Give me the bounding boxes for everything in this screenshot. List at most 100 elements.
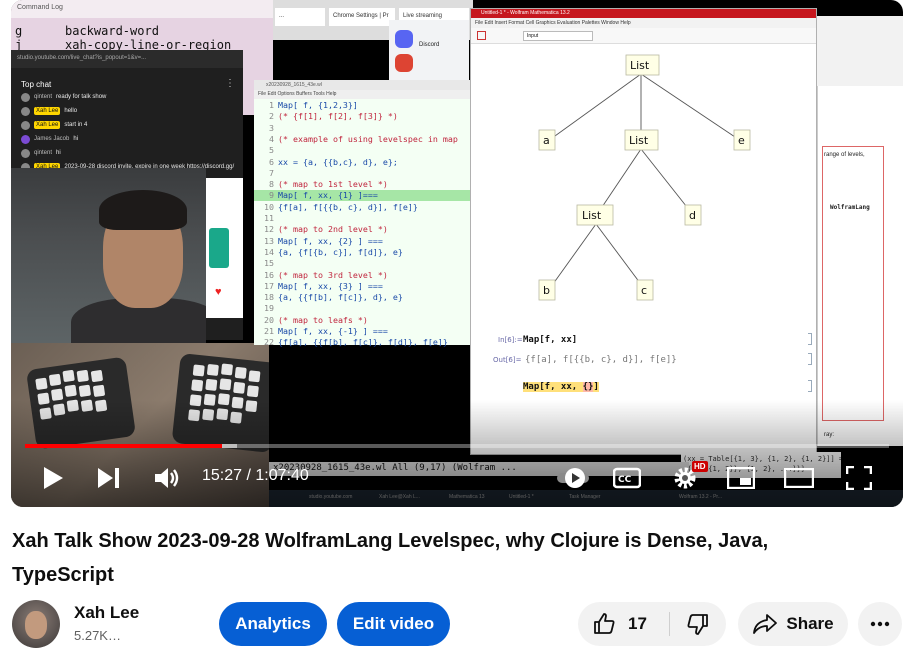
mathematica-title: Untitled-1 * - Wolfram Mathematica 13.2 [471, 9, 816, 18]
chat-url-bar: studio.youtube.com/live_chat?is_popout=1… [11, 50, 243, 68]
analytics-button[interactable]: Analytics [219, 602, 327, 646]
more-actions-button[interactable] [858, 602, 902, 646]
line-number: 11 [264, 213, 274, 223]
code-line: 6 xx = {a, {{b,c}, d}, e}; [254, 157, 474, 168]
line-number: 19 [264, 303, 274, 314]
play-button[interactable] [35, 460, 71, 496]
input-cell: Map[f, xx] [523, 335, 578, 345]
code-line: 10 {f[a], f[{{b, c}, d}], f[e]} [254, 202, 474, 213]
documentation-window: range of levels, WolframLang ray: [817, 86, 903, 446]
current-input-prefix: Map[f, xx, [523, 382, 583, 392]
fullscreen-icon [846, 466, 872, 490]
code-line: 2 (* {f[1], f[2], f[3]} *) [254, 111, 474, 122]
dislike-button[interactable] [670, 602, 726, 646]
chat-text: ready for talk show [56, 94, 107, 100]
line-number: 22 [264, 337, 274, 348]
chat-message: qintent hi [21, 146, 61, 160]
chat-menu-icon[interactable]: ⋮ [225, 78, 235, 89]
next-button[interactable] [91, 460, 127, 496]
thumbs-up-icon [594, 613, 615, 634]
browser-tab: Chrome Settings | Pr [329, 8, 395, 26]
taskbar-item: Untitled-1 * [509, 494, 534, 500]
svg-text:a: a [543, 134, 550, 147]
svg-text:List: List [630, 59, 650, 72]
output-cell-label: Out[6]= [493, 356, 522, 364]
chat-avatar [21, 134, 30, 144]
autoplay-toggle[interactable] [555, 460, 591, 496]
code-text: Map[ f, xx, {2} ] === [278, 235, 383, 246]
current-input-cell: Map[f, xx, {}] [523, 382, 599, 392]
code-line: 16 (* map to 3rd level *) [254, 270, 474, 281]
like-button[interactable]: 17 [578, 602, 669, 646]
webcam-feed [11, 168, 206, 343]
video-player[interactable]: Command Log g backward-word j xah-copy-l… [11, 0, 903, 507]
code-text: Map[ f, xx, {3} ] === [278, 280, 383, 291]
chat-text: start in 4 [64, 122, 88, 128]
edit-video-button[interactable]: Edit video [337, 602, 450, 646]
emacs-window-title: Command Log [11, 0, 273, 18]
doc-code: WolframLang [830, 204, 870, 211]
channel-avatar[interactable] [12, 600, 60, 648]
volume-button[interactable] [149, 460, 185, 496]
code-line: 11 [254, 213, 474, 224]
progress-bar[interactable] [25, 444, 889, 448]
share-button[interactable]: Share [738, 602, 848, 646]
sigma-icon [395, 54, 413, 72]
emacs-command: backward-word [65, 24, 159, 38]
person-hair [99, 190, 187, 230]
chat-message: Xah Lee hello [21, 104, 77, 118]
cell-bracket [808, 380, 812, 392]
chat-avatar [21, 106, 30, 116]
code-text: (* example of using levelspec in map [278, 133, 458, 144]
line-number: 5 [269, 145, 274, 156]
theater-mode-button[interactable] [781, 460, 817, 496]
share-icon [753, 614, 778, 634]
thumbs-down-icon [687, 614, 708, 635]
next-icon [98, 468, 119, 488]
code-text: Map[ f, xx, {-1} ] === [278, 326, 388, 336]
chat-text: hi [56, 150, 61, 156]
chat-side-panel: ♥ [203, 178, 243, 318]
miniplayer-button[interactable] [723, 460, 759, 496]
current-input-suffix: ] [593, 382, 599, 392]
chat-text: hi [73, 136, 79, 142]
keyboard-right-half [171, 353, 269, 453]
code-line: 22 {f[a], {{f[b], f[c]}, f[d]}, f[e]} [254, 337, 474, 348]
chat-message: James Jacob hi [21, 132, 78, 146]
svg-text:d: d [689, 209, 696, 222]
code-line: 7 [254, 168, 474, 179]
more-horizontal-icon [870, 621, 890, 627]
line-number: 2 [269, 111, 274, 122]
cell-bracket [808, 353, 812, 365]
cell-bracket [808, 333, 812, 345]
chat-heart-card [209, 228, 229, 268]
fullscreen-button[interactable] [841, 460, 877, 496]
tree-node-list-2: List [576, 204, 614, 226]
current-input-braces: {} [582, 382, 594, 392]
line-number: 16 [264, 269, 274, 280]
chat-avatar [21, 120, 30, 130]
code-line: 14 {a, {f[{b, c}], f[d]}, e} [254, 247, 474, 258]
svg-text:c: c [641, 284, 647, 297]
code-text: Map[ f, {1,2,3}] [278, 100, 358, 110]
code-line: 19 [254, 303, 474, 314]
chat-author: James Jacob [34, 136, 70, 142]
mathematica-toolbar: Input [471, 28, 816, 44]
line-number: 15 [264, 258, 274, 269]
code-line: 1 Map[ f, {1,2,3}] [254, 100, 474, 111]
video-title: Xah Talk Show 2023-09-28 WolframLang Lev… [12, 530, 769, 586]
autoplay-toggle-icon [557, 468, 589, 488]
svg-text:List: List [582, 209, 602, 222]
chat-text: hello [64, 108, 78, 114]
tree-node-a: a [538, 129, 556, 151]
channel-name[interactable]: Xah Lee [74, 603, 139, 623]
input-cell-label: In[6]:= [498, 336, 523, 344]
line-number: 20 [264, 314, 274, 325]
code-line: 9 Map[ f, xx, {1} ]=== [254, 190, 474, 202]
line-number: 9 [269, 190, 274, 201]
svg-text:b: b [543, 284, 550, 297]
emacs-key: g [15, 24, 23, 38]
taskbar-item: Xah Lee@Xah L... [379, 494, 420, 500]
code-text: (* map to 1st level *) [278, 179, 388, 190]
captions-button[interactable]: CC [609, 460, 645, 496]
